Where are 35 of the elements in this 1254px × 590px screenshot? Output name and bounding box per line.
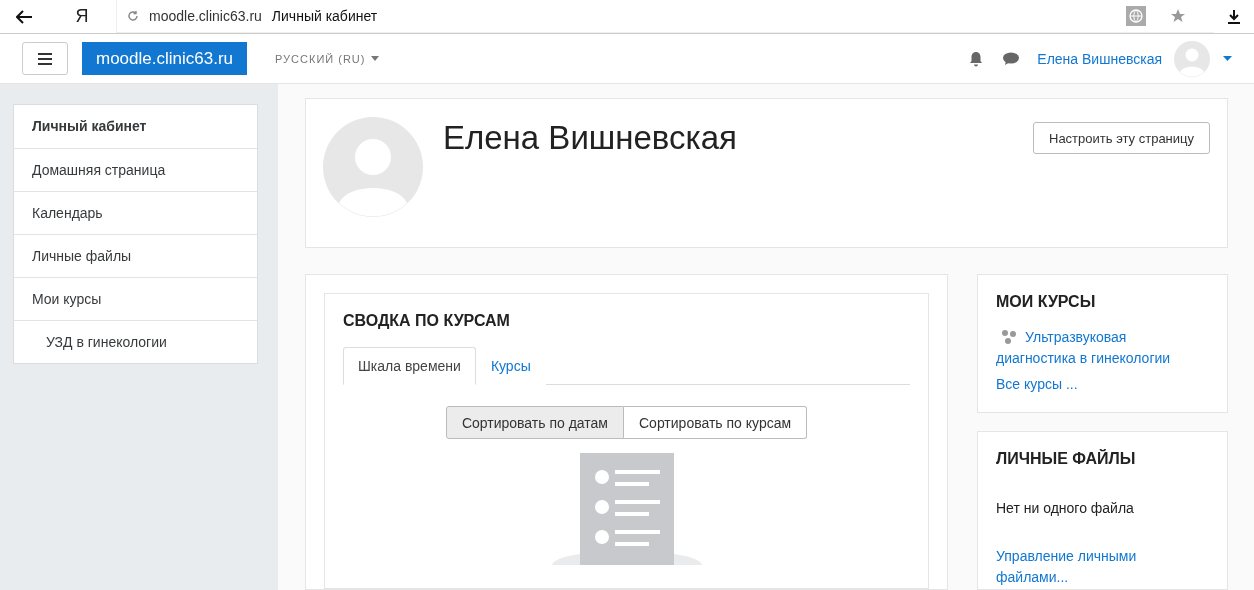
nav-item[interactable]: Личные файлы [14,234,257,277]
nav-item[interactable]: Домашняя страница [14,148,257,191]
block-title: СВОДКА ПО КУРСАМ [343,312,511,330]
all-courses-link[interactable]: Все курсы ... [996,374,1209,395]
nav-item[interactable]: УЗД в гинекологии [14,320,257,363]
menu-icon [38,52,52,65]
user-name[interactable]: Елена Вишневская [1037,50,1162,67]
manage-files-link[interactable]: Управление личными файлами... [996,546,1209,588]
avatar-icon [323,117,423,217]
menu-button[interactable] [22,42,68,75]
tab[interactable]: Шкала времени [343,347,476,385]
course-icon [1001,329,1017,345]
browser-logo[interactable]: Я [48,6,116,27]
sort-button[interactable]: Сортировать по датам [445,406,624,439]
address-bar[interactable]: moodle.clinic63.ru Личный кабинет [116,0,1214,33]
caret-icon[interactable] [1223,56,1232,61]
nav-item[interactable]: Мои курсы [14,277,257,320]
nav-item[interactable]: Личный кабинет [14,105,257,148]
reload-icon[interactable] [127,10,139,22]
site-name[interactable]: moodle.clinic63.ru [82,42,247,75]
sort-button[interactable]: Сортировать по курсам [624,406,808,439]
page-title: Личный кабинет [271,8,378,24]
url-text: moodle.clinic63.ru [149,8,262,24]
block-title: ЛИЧНЫЕ ФАЙЛЫ [996,450,1137,468]
nav-item[interactable]: Календарь [14,191,257,234]
no-files-text: Нет ни одного файла [996,500,1135,516]
caret-icon [371,56,380,61]
chat-icon[interactable] [1003,51,1020,66]
language-menu[interactable]: РУССКИЙ (RU) [275,52,380,65]
course-link[interactable]: Ультразвуковая диагностика в гинекологии [996,327,1209,369]
customize-page-button[interactable]: Настроить эту страницу [1033,122,1210,154]
star-icon[interactable] [1170,8,1186,24]
block-title: МОИ КУРСЫ [996,293,1097,311]
bell-icon[interactable] [969,50,984,67]
user-full-name: Елена Вишневская [443,119,738,158]
